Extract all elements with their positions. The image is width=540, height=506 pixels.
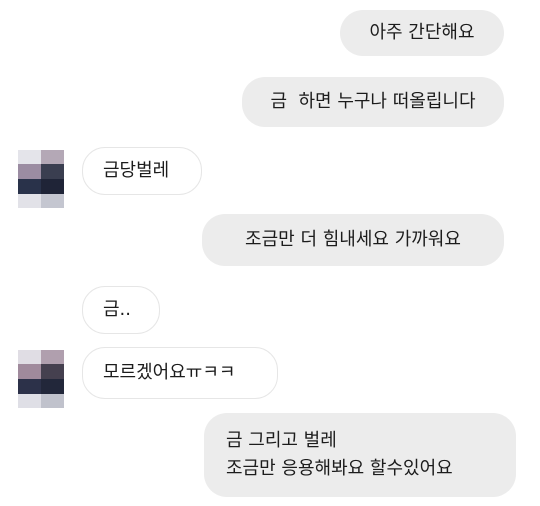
message-text: 금 하면 누구나 떠올립니다 bbox=[270, 91, 476, 112]
chat-thread: 아주 간단해요 금 하면 누구나 떠올립니다 금당벌레 조금만 더 힘내세요 가… bbox=[0, 0, 540, 506]
message-text: 모르겠어요ㅠㅋㅋ bbox=[103, 362, 236, 383]
message-text: 금당벌레 bbox=[103, 160, 170, 181]
message-text: 아주 간단해요 bbox=[369, 22, 475, 43]
message-text: 조금만 더 힘내세요 가까워요 bbox=[245, 229, 461, 250]
message-text: 금 그리고 벌레 조금만 응용해봐요 할수있어요 bbox=[226, 430, 453, 479]
sent-message[interactable]: 아주 간단해요 bbox=[340, 10, 504, 56]
message-text: 금.. bbox=[103, 299, 132, 320]
sent-message[interactable]: 조금만 더 힘내세요 가까워요 bbox=[202, 214, 504, 266]
received-message[interactable]: 금.. bbox=[82, 286, 160, 334]
sent-message[interactable]: 금 그리고 벌레 조금만 응용해봐요 할수있어요 bbox=[204, 413, 516, 497]
received-message[interactable]: 금당벌레 bbox=[82, 147, 202, 195]
sent-message[interactable]: 금 하면 누구나 떠올립니다 bbox=[242, 77, 504, 127]
blurred-avatar[interactable] bbox=[18, 150, 64, 208]
blurred-avatar[interactable] bbox=[18, 350, 64, 408]
received-message[interactable]: 모르겠어요ㅠㅋㅋ bbox=[82, 347, 278, 399]
